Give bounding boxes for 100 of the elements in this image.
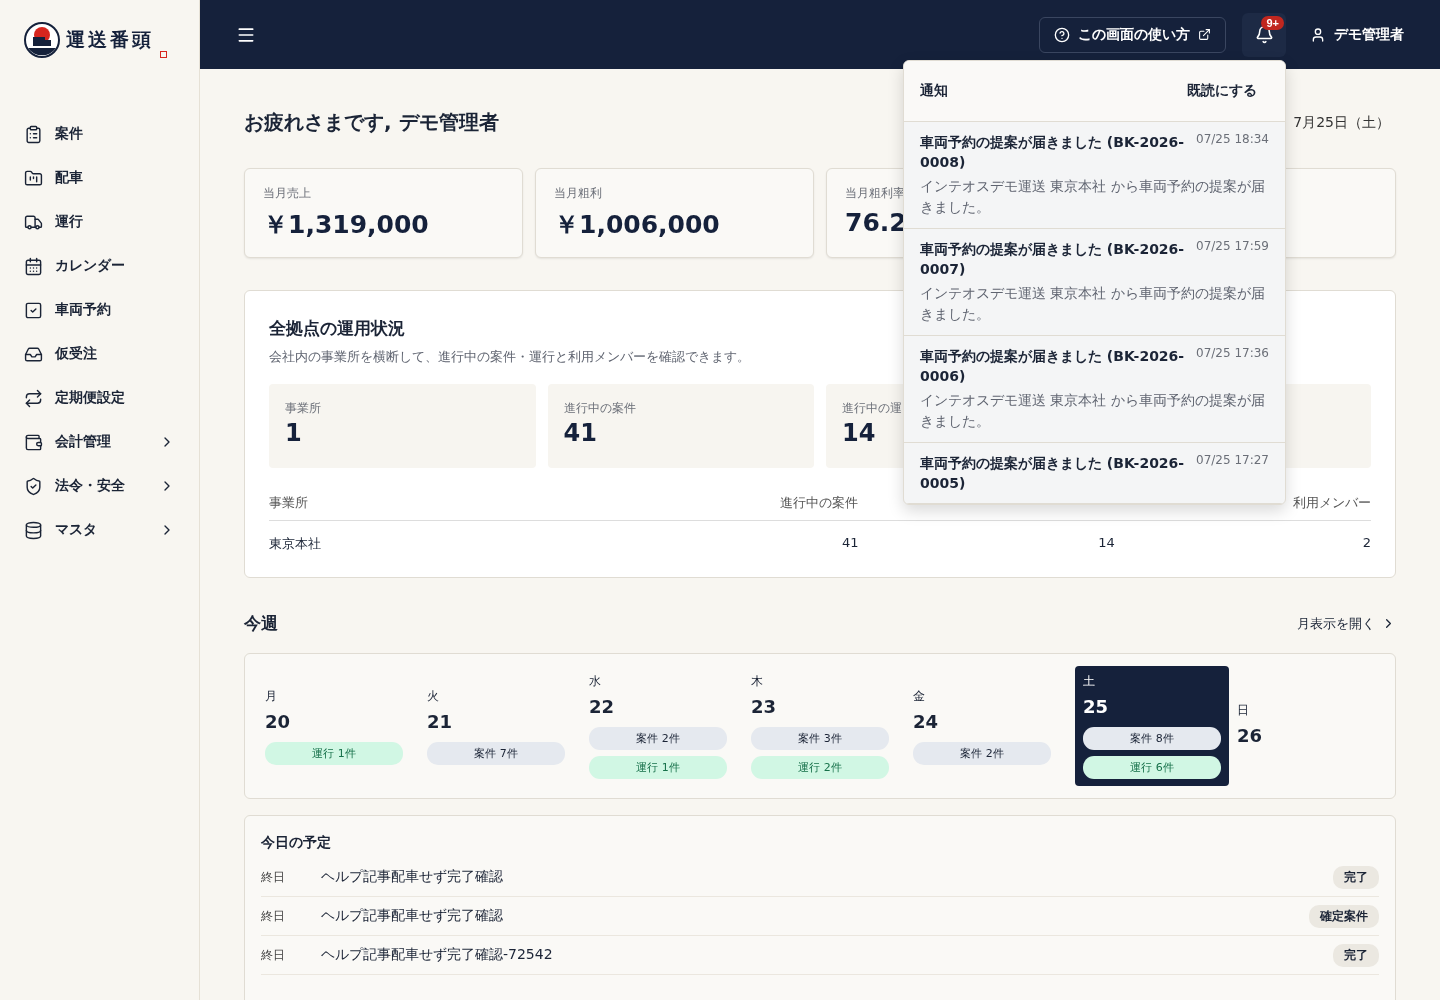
notification-message: インテオスデモ運送 東京本社 から車両予約の提案が届きました。	[920, 284, 1266, 324]
notification-button[interactable]: 9+	[1242, 12, 1286, 57]
day-cell[interactable]: 火 21 案件 7件	[427, 666, 565, 786]
table-cell-text: 14	[1098, 535, 1115, 552]
notification-message: インテオスデモ運送 東京本社 から車両予約の提案が届きました。	[920, 391, 1266, 431]
notification-time: 07/25 17:59	[1196, 239, 1269, 253]
mark-read-button[interactable]: 既読にする	[1187, 82, 1257, 100]
notification-title: 車両予約の提案が届きました (BK-2026-0006)	[920, 347, 1186, 386]
table-cell-text: 2	[1362, 535, 1371, 552]
day-number: 22	[589, 696, 616, 717]
date-text: 7月25日（土）	[1293, 113, 1390, 132]
sidebar-item[interactable]: 会計管理	[24, 422, 175, 462]
notification-time: 07/25 18:34	[1196, 132, 1269, 146]
column-header: 事業所	[269, 494, 308, 512]
day-cell[interactable]: 土 25 案件 8件 運行 6件	[1075, 666, 1229, 786]
run-count: 運行 6件	[1083, 756, 1221, 779]
weekday-label: 土	[1083, 673, 1096, 690]
case-count: 案件 8件	[1083, 727, 1221, 750]
weekday-label: 木	[751, 673, 764, 690]
help-button[interactable]: この画面の使い方	[1039, 16, 1226, 53]
time-label: 終日	[261, 868, 286, 886]
table-cell-text: 41	[841, 535, 859, 552]
notification-time: 07/25 17:27	[1196, 453, 1269, 467]
summary-label: 進行中の案件	[563, 400, 636, 417]
stat-label: 当月粗利	[554, 185, 602, 202]
notification-title: 車両予約の提案が届きました (BK-2026-0008)	[920, 133, 1186, 172]
repeat-icon	[24, 388, 43, 408]
sidebar-item[interactable]: 法令・安全	[24, 466, 175, 506]
case-count: 案件 7件	[427, 741, 565, 765]
weekday-label: 日	[1237, 702, 1250, 719]
day-number: 20	[265, 710, 292, 732]
notification-item[interactable]: 車両予約の提案が届きました (BK-2026-0005) 07/25 17:27	[904, 443, 1285, 504]
day-cell[interactable]: 日 26	[1237, 666, 1375, 786]
clipboard-icon	[24, 124, 43, 144]
sidebar-item[interactable]: 運行	[24, 202, 175, 242]
summary-value: 14	[842, 419, 876, 447]
notification-count-badge: 9+	[1261, 15, 1284, 30]
external-link-icon	[1198, 28, 1211, 41]
sidebar-item[interactable]: 仮受注	[24, 334, 175, 374]
sidebar-item[interactable]: 案件	[24, 114, 175, 154]
status-tag: 完了	[1333, 943, 1379, 967]
stat-label: 当月売上	[263, 185, 311, 202]
wallet-icon	[24, 432, 43, 452]
stat-value: 76.2	[845, 208, 907, 237]
notification-time: 07/25 17:36	[1196, 346, 1269, 360]
greeting: お疲れさまです, デモ管理者	[244, 109, 499, 136]
weekday-label: 月	[265, 687, 278, 705]
summary-label: 進行中の運	[842, 400, 902, 417]
folder-icon	[24, 168, 43, 188]
brand-name: 運送番頭	[66, 27, 154, 52]
notification-item[interactable]: 車両予約の提案が届きました (BK-2026-0006) 07/25 17:36 インテオスデモ運送 東京本社 から車両予約の提案が届きました。	[904, 336, 1285, 443]
sidebar-item[interactable]: 車両予約	[24, 290, 175, 330]
truck-icon	[24, 212, 43, 232]
notification-message: インテオスデモ運送 東京本社 から車両予約の提案が届きました。	[920, 177, 1266, 217]
run-count: 運行 2件	[751, 756, 889, 779]
shield-icon	[24, 476, 43, 496]
weekday-label: 火	[427, 687, 440, 705]
panel-title: 通知	[920, 82, 948, 100]
notification-title: 車両予約の提案が届きました (BK-2026-0007)	[920, 240, 1186, 279]
stat-value: ￥1,319,000	[263, 209, 429, 241]
sidebar-item[interactable]: 定期便設定	[24, 378, 175, 418]
sidebar-item[interactable]: カレンダー	[24, 246, 175, 286]
help-icon	[1054, 26, 1070, 43]
logo-icon	[24, 22, 60, 58]
day-cell[interactable]: 金 24 案件 2件	[913, 666, 1051, 786]
database-icon	[24, 520, 43, 540]
run-count: 運行 1件	[265, 741, 403, 765]
run-count: 運行 1件	[589, 756, 727, 779]
day-cell[interactable]: 木 23 案件 3件 運行 2件	[751, 666, 889, 786]
day-cell[interactable]: 月 20 運行 1件	[265, 666, 403, 786]
notification-title: 車両予約の提案が届きました (BK-2026-0005)	[920, 454, 1186, 493]
case-count: 案件 3件	[751, 727, 889, 750]
weekday-label: 金	[913, 687, 926, 705]
weekday-label: 水	[589, 673, 602, 690]
notification-item[interactable]: 車両予約の提案が届きました (BK-2026-0008) 07/25 18:34 インテオスデモ運送 東京本社 から車両予約の提案が届きました。	[904, 122, 1285, 229]
section-title: 今週	[244, 612, 278, 635]
user-icon	[1310, 26, 1326, 43]
status-tag: 完了	[1333, 865, 1379, 889]
sidebar-item[interactable]: マスタ	[24, 510, 175, 550]
sidebar-item[interactable]: 配車	[24, 158, 175, 198]
day-number: 24	[913, 710, 940, 732]
case-count: 案件 2件	[589, 727, 727, 750]
day-number: 21	[427, 710, 454, 732]
event-title: ヘルプ記事配車せず完了確認	[321, 868, 504, 886]
user-menu[interactable]: デモ管理者	[1302, 25, 1404, 44]
seal-icon	[160, 51, 167, 58]
column-header: 進行中の案件	[780, 494, 859, 512]
case-count: 案件 2件	[913, 741, 1051, 765]
summary-label: 事業所	[285, 400, 321, 417]
notification-item[interactable]: 車両予約の提案が届きました (BK-2026-0007) 07/25 17:59 インテオスデモ運送 東京本社 から車両予約の提案が届きました。	[904, 229, 1285, 336]
day-number: 26	[1237, 725, 1264, 746]
day-number: 25	[1083, 696, 1110, 717]
time-label: 終日	[261, 907, 286, 925]
stat-value: ￥1,006,000	[554, 209, 720, 241]
month-view-link[interactable]: 月表示を開く	[1297, 614, 1396, 633]
event-title: ヘルプ記事配車せず完了確認	[321, 907, 504, 925]
day-cell[interactable]: 水 22 案件 2件 運行 1件	[589, 666, 727, 786]
time-label: 終日	[261, 946, 286, 964]
status-tag: 確定案件	[1309, 904, 1379, 928]
panel-title: 全拠点の運用状況	[269, 317, 405, 340]
